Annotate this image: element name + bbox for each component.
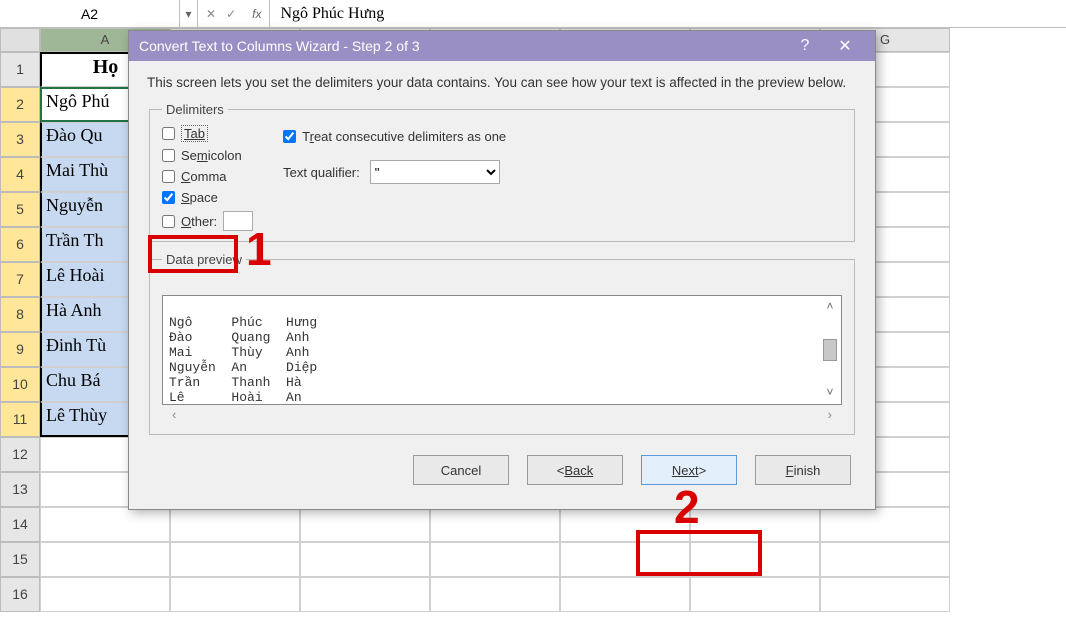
row-header-12[interactable]: 12 — [0, 437, 40, 472]
delimiter-semicolon[interactable]: Semicolon — [162, 148, 253, 163]
formula-value[interactable]: Ngô Phúc Hưng — [270, 5, 394, 23]
cancel-formula-icon[interactable]: ✕ — [206, 7, 216, 21]
help-button[interactable]: ? — [785, 37, 825, 55]
row-header-9[interactable]: 9 — [0, 332, 40, 367]
text-to-columns-dialog: Convert Text to Columns Wizard - Step 2 … — [128, 30, 876, 510]
treat-consecutive[interactable]: Treat consecutive delimiters as one — [283, 129, 506, 144]
row-header-6[interactable]: 6 — [0, 227, 40, 262]
row-header-5[interactable]: 5 — [0, 192, 40, 227]
name-box-dropdown-icon[interactable]: ▾ — [180, 0, 198, 27]
row-header-7[interactable]: 7 — [0, 262, 40, 297]
row-header-11[interactable]: 11 — [0, 402, 40, 437]
scroll-down-icon[interactable]: ˅ — [826, 386, 833, 400]
scroll-left-icon[interactable]: ‹ — [172, 407, 176, 422]
data-preview-legend: Data preview — [162, 252, 246, 267]
dialog-titlebar[interactable]: Convert Text to Columns Wizard - Step 2 … — [129, 31, 875, 61]
row-header-8[interactable]: 8 — [0, 297, 40, 332]
row-header-16[interactable]: 16 — [0, 577, 40, 612]
data-preview: Ngô Phúc Hưng Đào Quang Anh Mai Thùy Anh… — [162, 295, 842, 405]
semicolon-checkbox[interactable] — [162, 149, 175, 162]
comma-checkbox[interactable] — [162, 170, 175, 183]
delimiters-group: Delimiters Tab Semicolon Comma — [149, 102, 855, 242]
row-header-1[interactable]: 1 — [0, 52, 40, 87]
scroll-right-icon[interactable]: › — [828, 407, 832, 422]
formula-buttons: ✕ ✓ — [198, 0, 244, 27]
back-button[interactable]: < Back — [527, 455, 623, 485]
enter-formula-icon[interactable]: ✓ — [226, 7, 236, 21]
delimiters-legend: Delimiters — [162, 102, 228, 117]
cancel-button[interactable]: Cancel — [413, 455, 509, 485]
delimiter-comma[interactable]: Comma — [162, 169, 253, 184]
row-header-3[interactable]: 3 — [0, 122, 40, 157]
row-header-13[interactable]: 13 — [0, 472, 40, 507]
row-header-10[interactable]: 10 — [0, 367, 40, 402]
close-icon[interactable]: ✕ — [825, 36, 865, 56]
delimiter-other[interactable]: Other: — [162, 211, 253, 231]
delimiter-tab[interactable]: Tab — [162, 125, 253, 142]
tab-checkbox[interactable] — [162, 127, 175, 140]
treat-consecutive-checkbox[interactable] — [283, 130, 296, 143]
dialog-description: This screen lets you set the delimiters … — [147, 75, 857, 90]
scroll-thumb[interactable] — [823, 339, 837, 361]
preview-hscrollbar[interactable]: ‹ › — [162, 405, 842, 424]
finish-button[interactable]: Finish — [755, 455, 851, 485]
space-checkbox[interactable] — [162, 191, 175, 204]
preview-text: Ngô Phúc Hưng Đào Quang Anh Mai Thùy Anh… — [169, 315, 317, 405]
row-header-15[interactable]: 15 — [0, 542, 40, 577]
next-button[interactable]: Next > — [641, 455, 737, 485]
delimiter-space[interactable]: Space — [162, 190, 253, 205]
data-preview-group: Data preview Ngô Phúc Hưng Đào Quang Anh… — [149, 252, 855, 435]
row-header-4[interactable]: 4 — [0, 157, 40, 192]
row-header-2[interactable]: 2 — [0, 87, 40, 122]
name-box[interactable]: A2 — [0, 0, 180, 27]
formula-bar: A2 ▾ ✕ ✓ fx Ngô Phúc Hưng — [0, 0, 1066, 28]
fx-label[interactable]: fx — [244, 0, 270, 27]
row-header-14[interactable]: 14 — [0, 507, 40, 542]
preview-vscrollbar[interactable]: ˄ ˅ — [821, 300, 839, 400]
text-qualifier-label: Text qualifier: — [283, 165, 360, 180]
other-checkbox[interactable] — [162, 215, 175, 228]
scroll-up-icon[interactable]: ˄ — [826, 300, 833, 314]
other-delimiter-input[interactable] — [223, 211, 253, 231]
select-all-corner[interactable] — [0, 28, 40, 52]
dialog-title: Convert Text to Columns Wizard - Step 2 … — [139, 38, 420, 54]
text-qualifier-select[interactable]: " — [370, 160, 500, 184]
